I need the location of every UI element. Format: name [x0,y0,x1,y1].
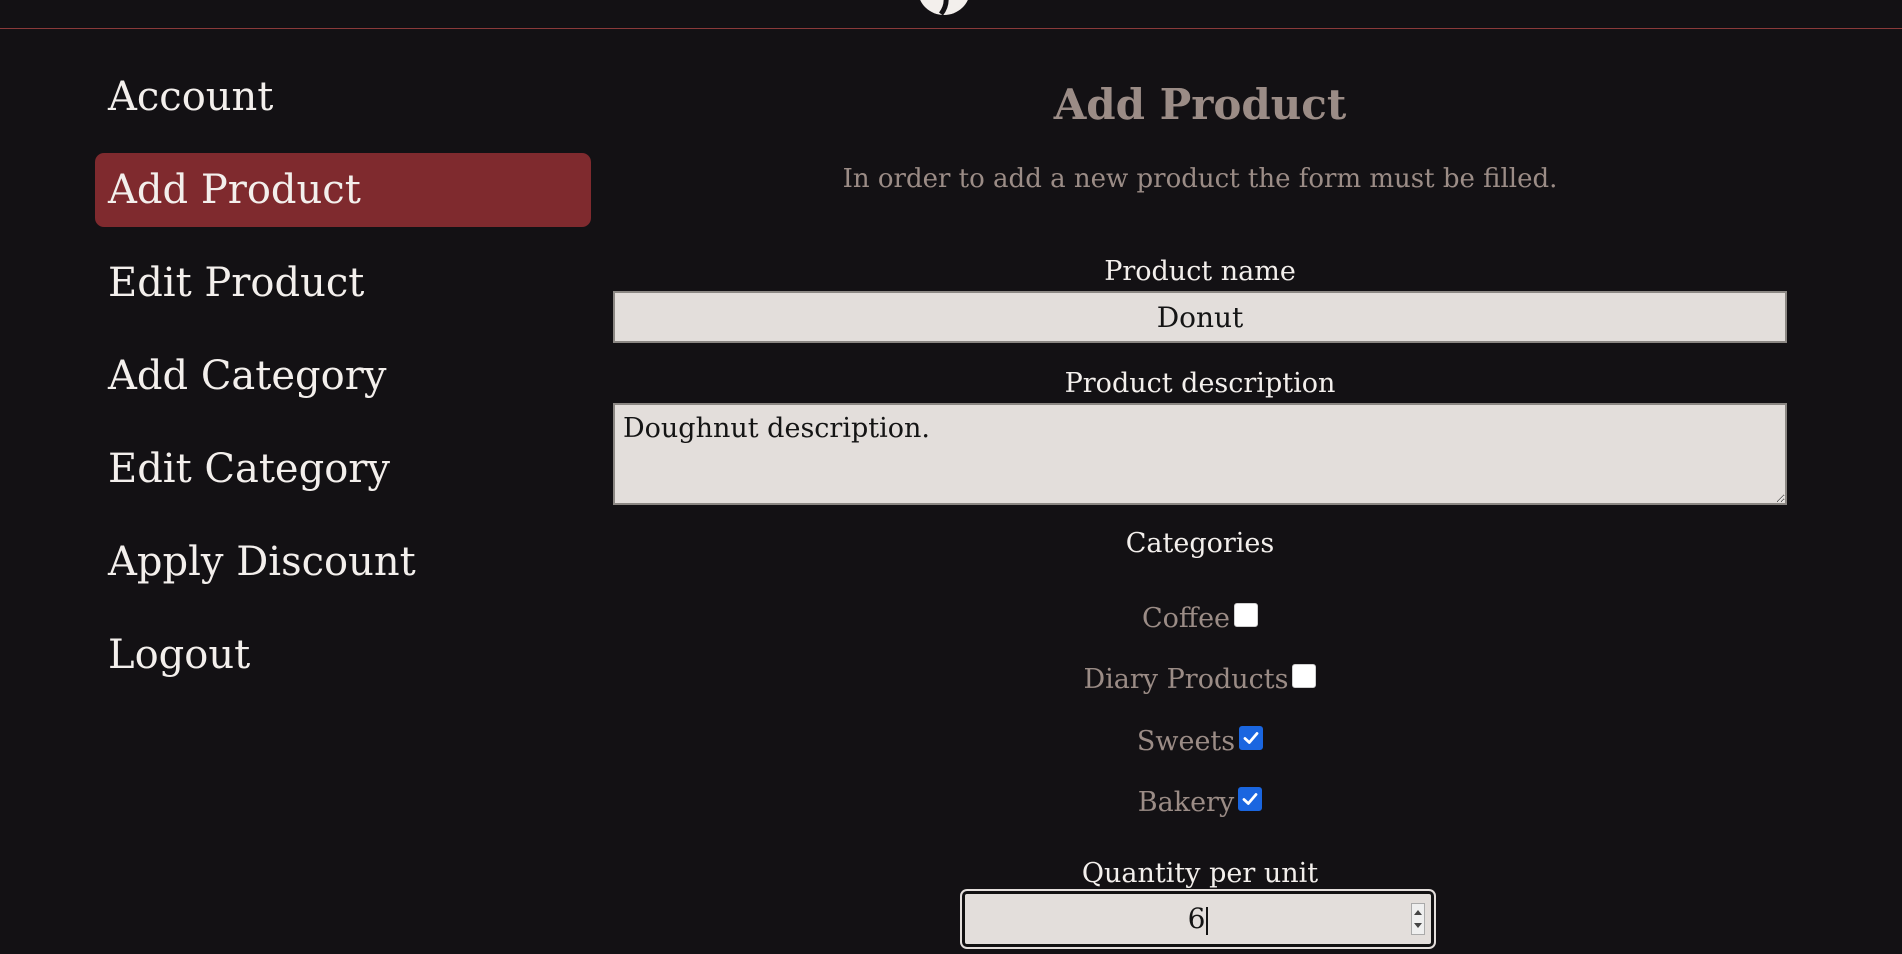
category-checkbox-diary-products[interactable] [1292,663,1317,688]
top-bar [0,0,1902,29]
category-checkbox-sweets[interactable] [1239,725,1264,750]
page-title: Add Product [1053,80,1347,129]
quantity-per-unit-input[interactable]: 6 [960,889,1436,949]
sidebar-item-add-product[interactable]: Add Product [95,153,591,227]
sidebar: Account Add Product Edit Product Add Cat… [95,60,591,711]
sidebar-item-account[interactable]: Account [95,60,591,134]
category-label: Diary Products [1083,664,1289,695]
coffee-bean-logo-icon[interactable] [915,0,973,18]
product-description-textarea[interactable]: Doughnut description. [613,403,1787,505]
page-subtitle: In order to add a new product the form m… [842,164,1558,194]
check-icon [1242,792,1258,805]
product-name-label: Product name [1104,256,1296,287]
sidebar-item-add-category[interactable]: Add Category [95,339,591,413]
category-label: Sweets [1136,726,1236,757]
category-item-sweets: Sweets [613,725,1787,757]
categories-label: Categories [1125,528,1275,559]
product-description-label: Product description [1064,368,1336,399]
category-item-bakery: Bakery [613,786,1787,818]
sidebar-item-apply-discount[interactable]: Apply Discount [95,525,591,599]
category-item-diary-products: Diary Products [613,663,1787,695]
category-checkbox-bakery[interactable] [1238,786,1263,811]
stepper-up-icon[interactable] [1414,910,1422,915]
check-icon [1243,731,1259,744]
text-caret [1206,906,1209,935]
sidebar-item-edit-category[interactable]: Edit Category [95,432,591,506]
category-label: Bakery [1137,787,1235,818]
category-item-coffee: Coffee [613,602,1787,634]
quantity-stepper[interactable] [1411,903,1425,935]
product-name-input[interactable] [613,291,1787,343]
sidebar-item-edit-product[interactable]: Edit Product [95,246,591,320]
category-checkbox-coffee[interactable] [1234,602,1259,627]
quantity-per-unit-label: Quantity per unit [1081,858,1319,889]
stepper-down-icon[interactable] [1414,923,1422,928]
category-label: Coffee [1141,603,1231,634]
sidebar-item-logout[interactable]: Logout [95,618,591,692]
quantity-value: 6 [1187,902,1206,935]
